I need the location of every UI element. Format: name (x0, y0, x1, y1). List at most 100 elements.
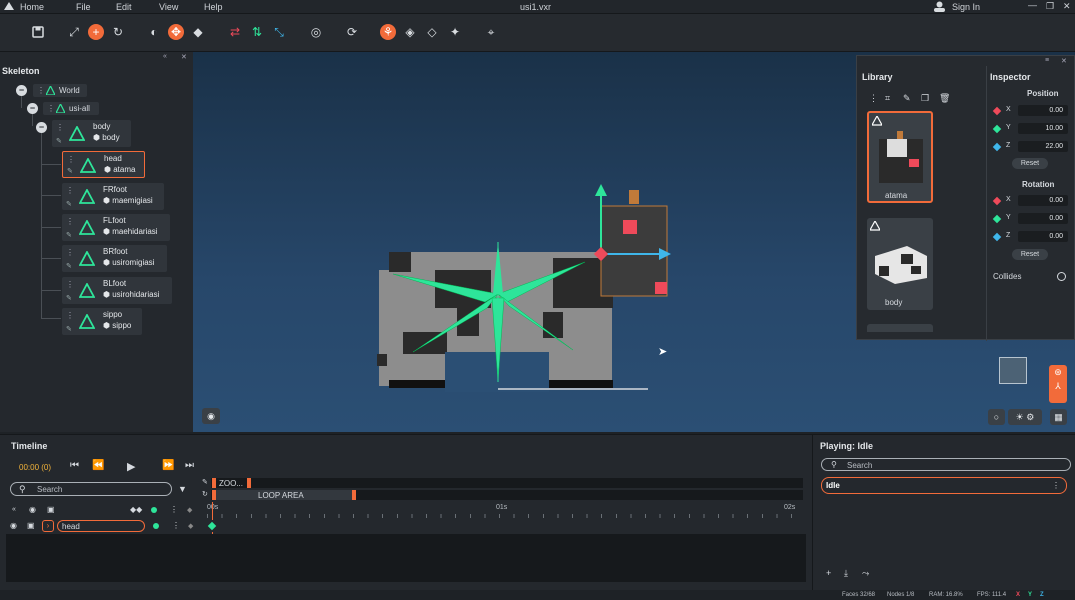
rotation-x-field[interactable]: 0.00 (1018, 195, 1068, 206)
pencil-icon[interactable]: ✎ (67, 167, 73, 175)
swap-icon[interactable]: ⇄ (227, 24, 243, 40)
tree-node-body[interactable]: ⋮ ✎ body ⬢ body (52, 120, 131, 147)
kebab-icon[interactable]: ⋮ (170, 505, 178, 514)
position-x-field[interactable]: 0.00 (1018, 105, 1068, 116)
kebab-icon[interactable]: ⋮ (56, 123, 64, 132)
kebab-icon[interactable]: ⋮ (66, 217, 74, 226)
solid-cube-icon[interactable]: ◈ (402, 24, 418, 40)
loop-handle-end[interactable] (352, 490, 356, 500)
filter-icon[interactable]: ▼ (178, 484, 187, 494)
fit-view-icon[interactable]: ⤢ (66, 24, 82, 40)
zoom-handle-start[interactable] (212, 478, 216, 488)
visibility-icon[interactable]: ◉ (29, 505, 36, 514)
play-icon[interactable]: ▶ (127, 460, 135, 473)
collapse-usi-all-icon[interactable]: − (27, 103, 38, 114)
cube-icon[interactable]: ◆ (190, 24, 206, 40)
wire-cube-icon[interactable]: ◇ (424, 24, 440, 40)
kebab-icon[interactable]: ⋮ (869, 93, 878, 104)
menu-file[interactable]: File (76, 2, 91, 12)
close-window-icon[interactable]: ✕ (1063, 1, 1071, 12)
track-expand-icon[interactable]: › (42, 520, 54, 532)
kebab-icon[interactable]: ⋮ (172, 521, 180, 530)
tree-node-head[interactable]: ⋮ ✎ head ⬢ atama (62, 151, 145, 178)
loop-handle-start[interactable] (212, 490, 216, 500)
target-icon[interactable]: ⌖ (483, 24, 499, 40)
kebab-icon[interactable]: ⋮ (67, 155, 75, 164)
pencil-icon[interactable]: ✎ (66, 325, 72, 333)
visibility-icon[interactable]: ◉ (10, 521, 17, 530)
position-z-field[interactable]: 22.00 (1018, 141, 1068, 152)
vertical-swap-icon[interactable]: ⇅ (249, 24, 265, 40)
app-logo-icon[interactable] (4, 2, 14, 12)
tree-node-frfoot[interactable]: ⋮ ✎ FRfoot ⬢ maemigiasi (62, 183, 164, 210)
retarget-icon[interactable]: ⤳ (862, 568, 869, 579)
panel-close-icon[interactable]: ✕ (181, 53, 187, 61)
lock-icon[interactable]: ▣ (27, 521, 35, 530)
view-cube[interactable] (999, 357, 1027, 384)
zoom-bar[interactable] (211, 478, 803, 488)
sign-in-link[interactable]: Sign In (952, 2, 980, 12)
tree-node-flfoot[interactable]: ⋮ ✎ FLfoot ⬢ maehidariasi (62, 214, 170, 241)
collapse-world-icon[interactable]: − (16, 85, 27, 96)
material-icon[interactable]: ◐ (146, 24, 162, 40)
lighting-icon[interactable]: ☀ ⚙ (1008, 409, 1042, 425)
keyframe-icon[interactable]: ◆ (187, 506, 192, 514)
skip-end-icon[interactable]: ⏭ (185, 460, 194, 471)
bone-add-icon[interactable]: ✥ (168, 24, 184, 40)
kebab-icon[interactable]: ⋮ (66, 311, 74, 320)
keyframe-icon[interactable]: ◆ (188, 522, 193, 530)
rotation-y-field[interactable]: 0.00 (1018, 213, 1068, 224)
collapse-all-icon[interactable]: « (12, 506, 16, 513)
panel-pin-icon[interactable]: ≡ (1045, 57, 1049, 64)
record-dot-icon[interactable] (151, 507, 157, 513)
kebab-icon[interactable]: ⋮ (66, 186, 74, 195)
user-icon[interactable] (934, 1, 945, 12)
tree-node-world[interactable]: ⋮ World (33, 84, 87, 97)
add-icon[interactable]: + (88, 24, 104, 40)
orientation-gizmo[interactable]: ⊛ ⅄ (1049, 365, 1067, 403)
panel-collapse-icon[interactable]: « (163, 53, 167, 60)
kebab-icon[interactable]: ⋮ (37, 86, 45, 95)
pencil-icon[interactable]: ✎ (66, 231, 72, 239)
loop-icon[interactable]: ↻ (202, 490, 208, 498)
trash-icon[interactable]: 🗑 (939, 93, 950, 104)
kebab-icon[interactable]: ⋮ (47, 104, 55, 113)
restore-icon[interactable]: ❐ (1046, 1, 1054, 12)
menu-help[interactable]: Help (204, 2, 223, 12)
zoom-handle-end[interactable] (247, 478, 251, 488)
menu-view[interactable]: View (159, 2, 178, 12)
menu-edit[interactable]: Edit (116, 2, 132, 12)
library-item-atama[interactable]: atama (867, 111, 933, 203)
collapse-body-icon[interactable]: − (36, 122, 47, 133)
sparkle-icon[interactable]: ✦ (447, 24, 463, 40)
copy-icon[interactable]: ❐ (921, 93, 929, 104)
kebab-icon[interactable]: ⋮ (1052, 481, 1060, 490)
lock-icon[interactable]: ▣ (47, 505, 55, 514)
animation-item-idle[interactable]: Idle ⋮ (821, 477, 1067, 494)
crop-icon[interactable]: ⌗ (885, 93, 890, 104)
pencil-icon[interactable]: ✎ (903, 93, 911, 104)
timeline-search[interactable]: ⚲ Search (10, 482, 172, 496)
position-y-field[interactable]: 10.00 (1018, 123, 1068, 134)
save-icon[interactable] (30, 24, 46, 40)
skip-start-icon[interactable]: ⏮ (70, 460, 79, 471)
keyframe-nav-icon[interactable]: ◆◆ (130, 505, 142, 514)
reset-position-button[interactable]: Reset (1012, 158, 1048, 169)
refresh-icon[interactable]: ↻ (110, 24, 126, 40)
tree-node-usi-all[interactable]: ⋮ usi-all (43, 102, 99, 115)
library-item-body[interactable]: body (867, 218, 933, 310)
record-dot-icon[interactable] (153, 523, 159, 529)
step-back-icon[interactable]: ⏪ (92, 460, 104, 471)
panel-close-icon[interactable]: ✕ (1061, 57, 1067, 65)
rotation-z-field[interactable]: 0.00 (1018, 231, 1068, 242)
tree-node-sippo[interactable]: ⋮ ✎ sippo ⬢ sippo (62, 308, 142, 335)
import-icon[interactable]: ⤓ (844, 568, 848, 579)
minimize-icon[interactable]: — (1028, 0, 1037, 10)
kebab-icon[interactable]: ⋮ (66, 248, 74, 257)
voxel-cow-model[interactable] (373, 182, 673, 397)
collides-toggle[interactable] (1057, 272, 1066, 281)
tree-node-blfoot[interactable]: ⋮ ✎ BLfoot ⬢ usirohidariasi (62, 277, 172, 304)
kebab-icon[interactable]: ⋮ (66, 280, 74, 289)
camera-button[interactable]: ◉ (202, 408, 220, 424)
grid-icon[interactable]: ▦ (1050, 409, 1067, 425)
